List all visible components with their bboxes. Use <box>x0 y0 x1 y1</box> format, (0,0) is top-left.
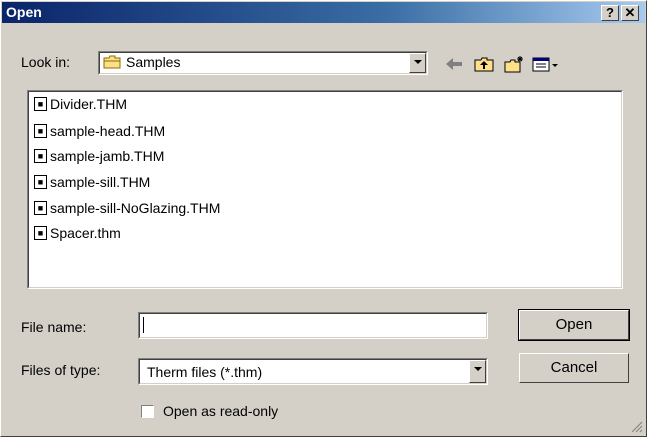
file-type-label: Files of type: <box>21 362 101 378</box>
file-name: sample-sill-NoGlazing.THM <box>50 200 221 216</box>
file-type-dropdown[interactable]: Therm files (*.thm) <box>138 358 488 385</box>
read-only-checkbox[interactable] <box>141 405 154 418</box>
list-item[interactable]: ■ Divider.THM <box>34 95 127 113</box>
text-caret <box>143 317 144 333</box>
therm-file-icon: ■ <box>34 97 47 111</box>
resize-grip-icon[interactable] <box>631 421 643 433</box>
list-item[interactable]: ■ Spacer.thm <box>34 224 121 242</box>
list-item[interactable]: ■ sample-sill-NoGlazing.THM <box>34 199 220 217</box>
list-item[interactable]: ■ sample-jamb.THM <box>34 147 164 165</box>
folder-icon <box>103 55 121 69</box>
file-name: sample-sill.THM <box>50 174 151 190</box>
file-name-label: File name: <box>21 319 87 335</box>
open-dialog: Open ? ✕ Look in: Samples ■ Divider.THM … <box>0 0 647 437</box>
therm-file-icon: ■ <box>34 175 47 189</box>
view-menu-icon[interactable] <box>531 54 559 74</box>
file-name: Divider.THM <box>50 96 128 112</box>
look-in-label: Look in: <box>21 54 71 70</box>
file-name-input[interactable] <box>138 312 488 339</box>
close-button[interactable]: ✕ <box>621 5 639 21</box>
file-type-dropdown-button[interactable] <box>469 360 486 383</box>
file-type-value: Therm files (*.thm) <box>147 364 263 380</box>
look-in-value: Samples <box>126 54 181 70</box>
list-item[interactable]: ■ sample-sill.THM <box>34 173 150 191</box>
therm-file-icon: ■ <box>34 149 47 163</box>
file-list[interactable]: ■ Divider.THM ■ sample-head.THM ■ sample… <box>27 90 623 289</box>
back-arrow-icon[interactable] <box>443 54 465 74</box>
up-folder-icon[interactable] <box>473 54 495 74</box>
therm-file-icon: ■ <box>34 226 47 240</box>
title-bar: Open ? ✕ <box>2 2 645 23</box>
look-in-dropdown[interactable]: Samples <box>98 51 428 75</box>
help-button[interactable]: ? <box>601 5 619 21</box>
therm-file-icon: ■ <box>34 124 47 138</box>
file-name: sample-jamb.THM <box>50 148 165 164</box>
new-folder-icon[interactable] <box>503 54 525 74</box>
dialog-title: Open <box>6 4 42 20</box>
cancel-button[interactable]: Cancel <box>519 353 629 383</box>
read-only-label: Open as read-only <box>163 403 279 419</box>
therm-file-icon: ■ <box>34 201 47 215</box>
file-name: sample-head.THM <box>50 123 166 139</box>
file-name: Spacer.thm <box>50 225 121 241</box>
open-button[interactable]: Open <box>518 309 630 341</box>
look-in-dropdown-button[interactable] <box>409 53 426 73</box>
list-item[interactable]: ■ sample-head.THM <box>34 122 165 140</box>
